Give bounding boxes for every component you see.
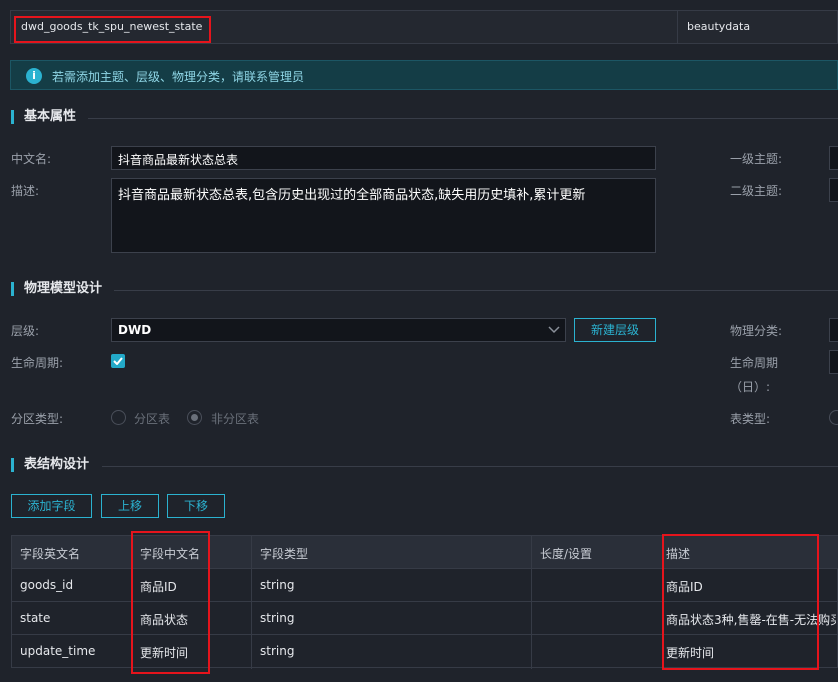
topic1-select[interactable]: [829, 146, 838, 170]
phys-class-select[interactable]: [829, 318, 838, 342]
level-value: DWD: [118, 323, 152, 337]
topic1-label: 一级主题:: [730, 152, 783, 166]
section-divider: [102, 466, 838, 467]
chevron-down-icon: [548, 326, 560, 334]
highlight-box-cn-column: [131, 531, 210, 674]
cell-en[interactable]: update_time: [20, 644, 95, 658]
info-notice: i 若需添加主题、层级、物理分类，请联系管理员: [10, 60, 838, 90]
lifecycle-checkbox[interactable]: [111, 354, 125, 368]
column-header-type[interactable]: 字段类型: [260, 545, 308, 562]
table-owner: beautydata: [687, 20, 751, 33]
info-icon: i: [26, 68, 42, 84]
col-divider: [531, 536, 532, 669]
add-field-button[interactable]: 添加字段: [11, 494, 92, 518]
cn-name-label: 中文名:: [11, 152, 52, 166]
highlight-box-desc-column: [662, 534, 819, 670]
cn-name-value: 抖音商品最新状态总表: [118, 153, 239, 167]
lifecycle-label: 生命周期:: [11, 356, 64, 370]
cn-name-input[interactable]: 抖音商品最新状态总表: [111, 146, 656, 170]
lifecycle-days-unit: （日）:: [730, 380, 771, 394]
new-level-button[interactable]: 新建层级: [574, 318, 656, 342]
partition-option-nonpartitioned[interactable]: 非分区表: [211, 410, 259, 427]
move-up-button[interactable]: 上移: [101, 494, 159, 518]
cell-type[interactable]: string: [260, 644, 294, 658]
topic2-label: 二级主题:: [730, 184, 783, 198]
check-icon: [113, 357, 123, 365]
phys-class-label: 物理分类:: [730, 324, 783, 338]
cell-en[interactable]: state: [20, 611, 50, 625]
partition-option-partitioned[interactable]: 分区表: [134, 410, 170, 427]
highlight-box-table-name: [14, 16, 211, 43]
cell-type[interactable]: string: [260, 578, 294, 592]
move-down-button[interactable]: 下移: [167, 494, 225, 518]
level-label: 层级:: [11, 324, 40, 338]
level-select[interactable]: DWD: [111, 318, 566, 342]
cell-en[interactable]: goods_id: [20, 578, 73, 592]
partition-label: 分区类型:: [11, 412, 64, 426]
section-divider: [88, 118, 838, 119]
lifecycle-days-label: 生命周期: [730, 356, 779, 370]
table-type-radio[interactable]: [829, 410, 838, 425]
desc-value: 抖音商品最新状态总表,包含历史出现过的全部商品状态,缺失用历史填补,累计更新: [118, 188, 586, 203]
desc-textarea[interactable]: 抖音商品最新状态总表,包含历史出现过的全部商品状态,缺失用历史填补,累计更新: [111, 178, 656, 253]
topic2-select[interactable]: [829, 178, 838, 202]
section-title-physical: 物理模型设计: [11, 282, 102, 296]
notice-message: 若需添加主题、层级、物理分类，请联系管理员: [52, 70, 305, 84]
partition-radio-nonpartitioned[interactable]: [187, 410, 202, 425]
table-type-label: 表类型:: [730, 412, 771, 426]
section-title-basic: 基本属性: [11, 110, 76, 124]
lifecycle-days-input[interactable]: [829, 350, 838, 374]
cell-type[interactable]: string: [260, 611, 294, 625]
section-divider: [114, 290, 838, 291]
col-divider: [251, 536, 252, 669]
section-title-structure: 表结构设计: [11, 458, 89, 472]
column-header-en[interactable]: 字段英文名: [20, 545, 80, 562]
desc-label: 描述:: [11, 184, 40, 198]
column-header-length[interactable]: 长度/设置: [540, 545, 592, 562]
partition-radio-partitioned[interactable]: [111, 410, 126, 425]
